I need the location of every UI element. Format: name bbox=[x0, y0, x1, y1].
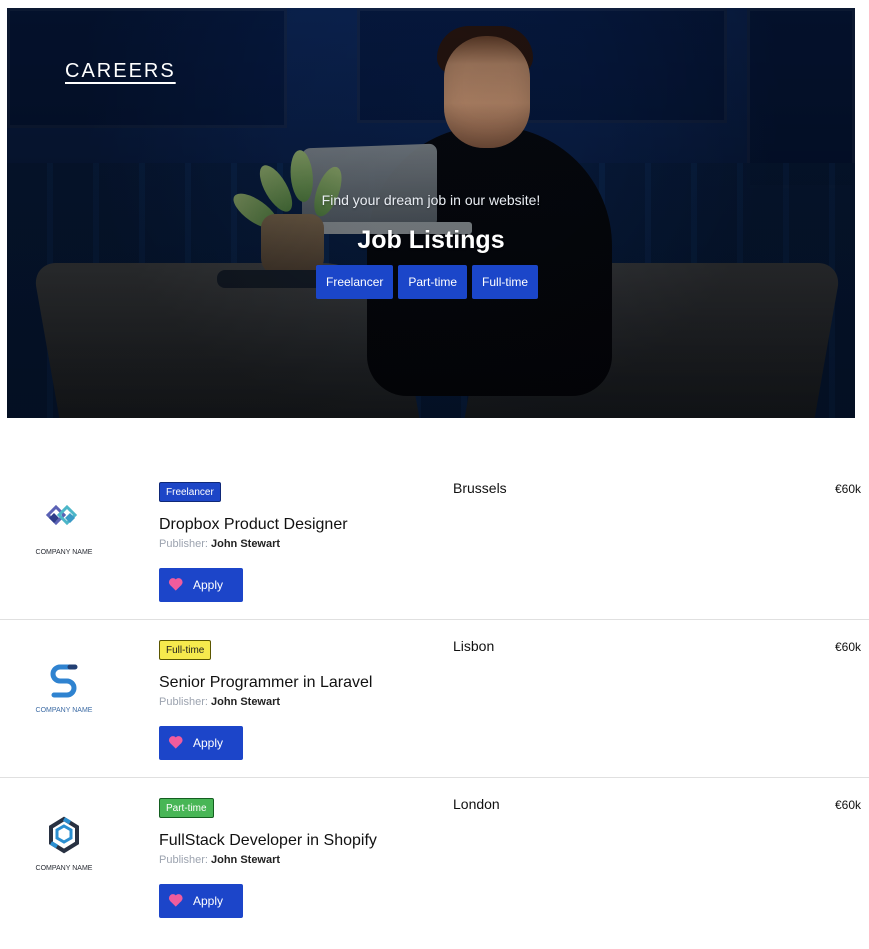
publisher-name: John Stewart bbox=[210, 538, 281, 550]
job-row: COMPANY NAME Full-time Senior Programmer… bbox=[0, 620, 869, 778]
page-title: Job Listings bbox=[357, 226, 505, 254]
hero-banner: CAREERS Find your dream job in our websi… bbox=[7, 8, 855, 418]
publisher-label: Publisher: bbox=[159, 854, 208, 866]
job-list: COMPANY NAME Freelancer Dropbox Product … bbox=[0, 462, 869, 928]
careers-link[interactable]: CAREERS bbox=[65, 60, 176, 83]
job-details: Part-time FullStack Developer in Shopify… bbox=[159, 796, 419, 918]
job-type-badge: Freelancer bbox=[159, 482, 221, 502]
job-salary: €60k bbox=[834, 798, 861, 812]
apply-button[interactable]: Apply bbox=[159, 884, 243, 918]
heart-icon bbox=[170, 733, 190, 753]
publisher-line: Publisher: John Stewart bbox=[159, 854, 419, 866]
publisher-name: John Stewart bbox=[210, 696, 281, 708]
filter-full-time-button[interactable]: Full-time bbox=[472, 265, 539, 299]
job-row: COMPANY NAME Part-time FullStack Develop… bbox=[0, 778, 869, 928]
job-title[interactable]: Dropbox Product Designer bbox=[159, 516, 419, 534]
publisher-name: John Stewart bbox=[210, 854, 281, 866]
job-title[interactable]: Senior Programmer in Laravel bbox=[159, 674, 419, 692]
s-curve-logo-icon bbox=[50, 664, 78, 697]
job-type-badge: Full-time bbox=[159, 640, 212, 660]
job-details: Freelancer Dropbox Product Designer Publ… bbox=[159, 480, 419, 602]
job-location: London bbox=[453, 796, 500, 812]
heart-icon bbox=[170, 891, 190, 911]
apply-button-label: Apply bbox=[193, 894, 224, 908]
double-diamond-logo-icon bbox=[45, 504, 78, 525]
publisher-line: Publisher: John Stewart bbox=[159, 538, 419, 550]
apply-button[interactable]: Apply bbox=[159, 568, 243, 602]
company-logo-text: COMPANY NAME bbox=[35, 548, 93, 556]
job-title[interactable]: FullStack Developer in Shopify bbox=[159, 832, 419, 850]
company-logo-text: COMPANY NAME bbox=[35, 864, 93, 872]
job-location: Brussels bbox=[453, 480, 507, 496]
publisher-line: Publisher: John Stewart bbox=[159, 696, 419, 708]
company-logo: COMPANY NAME bbox=[12, 476, 116, 578]
company-logo: COMPANY NAME bbox=[12, 634, 116, 736]
apply-button[interactable]: Apply bbox=[159, 726, 243, 760]
apply-button-label: Apply bbox=[193, 736, 224, 750]
hexagon-logo-icon bbox=[49, 816, 79, 853]
careers-page: CAREERS Find your dream job in our websi… bbox=[0, 0, 869, 949]
company-logo: COMPANY NAME bbox=[12, 792, 116, 894]
apply-button-label: Apply bbox=[193, 578, 224, 592]
job-details: Full-time Senior Programmer in Laravel P… bbox=[159, 638, 419, 760]
publisher-label: Publisher: bbox=[159, 696, 208, 708]
hero-subtitle: Find your dream job in our website! bbox=[321, 192, 541, 208]
job-location: Lisbon bbox=[453, 638, 495, 654]
company-logo-text: COMPANY NAME bbox=[35, 706, 93, 714]
job-filter-group: Freelancer Part-time Full-time bbox=[316, 265, 539, 299]
job-row: COMPANY NAME Freelancer Dropbox Product … bbox=[0, 462, 869, 620]
publisher-label: Publisher: bbox=[159, 538, 208, 550]
job-salary: €60k bbox=[834, 640, 861, 654]
heart-icon bbox=[170, 575, 190, 595]
filter-part-time-button[interactable]: Part-time bbox=[398, 265, 468, 299]
job-type-badge: Part-time bbox=[159, 798, 214, 818]
filter-freelancer-button[interactable]: Freelancer bbox=[316, 265, 394, 299]
job-salary: €60k bbox=[834, 482, 861, 496]
